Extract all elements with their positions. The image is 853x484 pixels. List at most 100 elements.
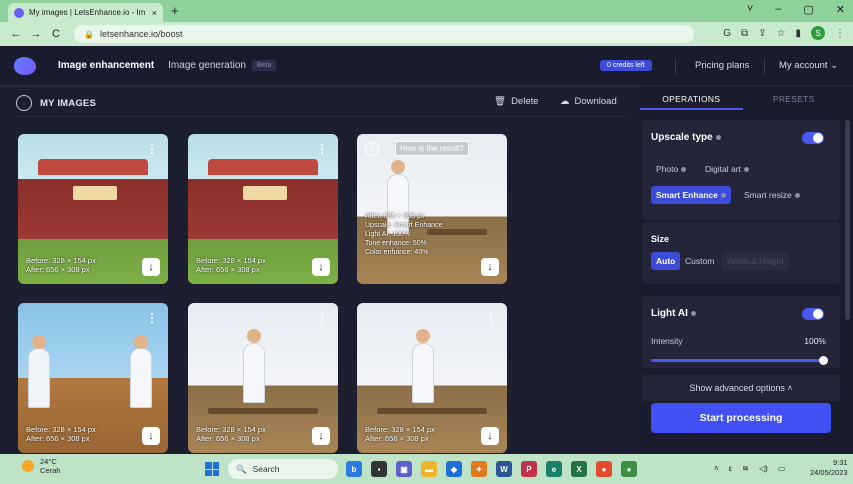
upscale-option-photo[interactable]: Photo bbox=[651, 160, 691, 178]
battery-icon[interactable]: ▭ bbox=[778, 464, 786, 473]
image-card[interactable]: ⋮ Before: 328 × 154 px After: 656 × 308 … bbox=[357, 303, 507, 453]
powerpoint-icon[interactable]: P bbox=[521, 461, 537, 477]
tab-search-icon[interactable]: ˅ bbox=[747, 3, 753, 16]
pricing-plans-link[interactable]: Pricing plans bbox=[695, 60, 749, 71]
image-card-selected[interactable]: ✓ How is the result? After: 656 × 308 px… bbox=[357, 134, 507, 284]
side-panel-icon[interactable]: ▮ bbox=[795, 28, 801, 39]
forward-icon[interactable]: → bbox=[28, 28, 44, 40]
temperature: 24°C bbox=[40, 457, 57, 466]
windows-start-icon[interactable] bbox=[205, 462, 219, 476]
browser-tab[interactable]: My images | LetsEnhance.io - Im × bbox=[8, 3, 163, 22]
panel-scrollbar[interactable] bbox=[845, 120, 850, 320]
upscale-option-digital-art[interactable]: Digital art bbox=[700, 160, 754, 178]
upscale-option-smart-resize[interactable]: Smart resize bbox=[739, 186, 805, 204]
store-icon[interactable]: ◆ bbox=[446, 461, 462, 477]
download-button[interactable]: ☁ Download bbox=[560, 96, 617, 107]
chrome-profile-icon[interactable]: ● bbox=[621, 461, 637, 477]
download-image-button[interactable]: ↓ bbox=[142, 427, 160, 445]
download-image-button[interactable]: ↓ bbox=[312, 258, 330, 276]
download-image-button[interactable]: ↓ bbox=[481, 258, 499, 276]
reload-icon[interactable]: C bbox=[48, 28, 64, 40]
width-height-field[interactable]: Width & Height bbox=[722, 252, 789, 270]
image-dimensions: Before: 328 × 154 px After: 656 × 308 px bbox=[365, 425, 435, 443]
my-images-title: MY IMAGES bbox=[40, 97, 96, 109]
select-all-checkbox[interactable] bbox=[16, 95, 32, 111]
tab-presets[interactable]: PRESETS bbox=[743, 88, 846, 110]
download-image-button[interactable]: ↓ bbox=[142, 258, 160, 276]
taskbar-search[interactable]: 🔍 Search bbox=[228, 459, 338, 479]
light-ai-toggle[interactable] bbox=[802, 308, 824, 320]
credits-badge[interactable]: 0 credits left bbox=[600, 60, 652, 71]
wifi-icon[interactable]: ≋ bbox=[742, 464, 749, 473]
image-card[interactable]: ⋮ Before: 328 × 154 px After: 656 × 308 … bbox=[18, 303, 168, 453]
after-size: After: 656 × 308 px bbox=[196, 434, 260, 443]
time: 9:31 bbox=[832, 458, 848, 467]
chrome-icon[interactable]: ● bbox=[596, 461, 612, 477]
chat-icon[interactable]: ▣ bbox=[396, 461, 412, 477]
language-icon[interactable]: ε bbox=[729, 464, 733, 473]
upscale-option-smart-enhance[interactable]: Smart Enhance bbox=[651, 186, 731, 204]
tab-operations[interactable]: OPERATIONS bbox=[640, 88, 743, 110]
volume-icon[interactable]: ◁) bbox=[759, 464, 768, 473]
size-option-auto[interactable]: Auto bbox=[651, 252, 681, 270]
app-icon[interactable]: ✦ bbox=[471, 461, 487, 477]
cloud-download-icon: ☁ bbox=[560, 96, 570, 107]
maximize-button[interactable]: ▢ bbox=[803, 3, 813, 16]
nav-image-enhancement[interactable]: Image enhancement bbox=[58, 60, 154, 71]
image-thumbnail bbox=[208, 159, 318, 175]
share-icon[interactable]: ⇪ bbox=[758, 28, 766, 39]
image-thumbnail bbox=[243, 186, 287, 200]
info-icon[interactable] bbox=[690, 310, 696, 316]
image-card[interactable]: ⋮ Before: 328 × 154 px After: 656 × 308 … bbox=[188, 303, 338, 453]
google-icon[interactable]: G bbox=[723, 28, 731, 39]
tray-chevron-icon[interactable]: ˄ bbox=[714, 464, 719, 473]
light-ai-setting: Light AI: 100% bbox=[365, 231, 411, 238]
download-label: Download bbox=[574, 96, 617, 107]
image-thumbnail bbox=[130, 348, 152, 408]
download-image-button[interactable]: ↓ bbox=[312, 427, 330, 445]
chevron-up-icon: ˄ bbox=[787, 383, 793, 393]
more-options-icon[interactable]: ⋮ bbox=[485, 311, 497, 325]
url-field[interactable]: 🔒 letsenhance.io/boost bbox=[74, 25, 694, 43]
task-view-icon[interactable]: ▪ bbox=[371, 461, 387, 477]
edge-icon[interactable]: e bbox=[546, 461, 562, 477]
show-advanced-options-button[interactable]: Show advanced options ˄ bbox=[642, 375, 840, 401]
intensity-slider-track[interactable] bbox=[651, 359, 823, 362]
letsenhance-logo-icon[interactable] bbox=[14, 56, 36, 75]
size-title: Size bbox=[651, 234, 670, 244]
letsenhance-favicon-icon bbox=[14, 7, 24, 18]
install-icon[interactable]: ⧉ bbox=[741, 28, 748, 39]
new-tab-button[interactable]: + bbox=[171, 3, 179, 18]
delete-button[interactable]: 🗑 Delete bbox=[494, 96, 539, 107]
system-clock[interactable]: 9:31 24/05/2023 bbox=[810, 458, 848, 478]
nav-image-generation[interactable]: Image generation bbox=[168, 60, 246, 71]
close-window-button[interactable]: ✕ bbox=[836, 3, 845, 16]
bookmark-star-icon[interactable]: ☆ bbox=[777, 28, 786, 39]
rate-result-button[interactable]: How is the result? bbox=[395, 141, 469, 156]
selected-check-icon[interactable]: ✓ bbox=[365, 142, 379, 156]
excel-icon[interactable]: X bbox=[571, 461, 587, 477]
image-card[interactable]: ⋮ Before: 328 × 154 px After: 656 × 308 … bbox=[18, 134, 168, 284]
start-processing-button[interactable]: Start processing bbox=[651, 403, 831, 433]
file-explorer-icon[interactable]: ▬ bbox=[421, 461, 437, 477]
weather-widget[interactable]: 24°C Cerah bbox=[22, 457, 60, 475]
color-enhance-setting: Color enhance: 40% bbox=[365, 249, 429, 256]
word-icon[interactable]: W bbox=[496, 461, 512, 477]
more-options-icon[interactable]: ⋮ bbox=[316, 142, 328, 156]
profile-avatar-icon[interactable]: S bbox=[811, 26, 825, 40]
close-tab-icon[interactable]: × bbox=[152, 8, 157, 18]
download-image-button[interactable]: ↓ bbox=[481, 427, 499, 445]
info-icon[interactable] bbox=[715, 134, 721, 140]
app-icon[interactable]: b bbox=[346, 461, 362, 477]
my-account-menu[interactable]: My account ⌄ bbox=[779, 60, 838, 71]
more-options-icon[interactable]: ⋮ bbox=[316, 311, 328, 325]
more-options-icon[interactable]: ⋮ bbox=[146, 311, 158, 325]
image-card[interactable]: ⋮ Before: 328 × 154 px After: 656 × 308 … bbox=[188, 134, 338, 284]
upscale-type-toggle[interactable] bbox=[802, 132, 824, 144]
menu-dots-icon[interactable]: ⋮ bbox=[835, 28, 845, 39]
more-options-icon[interactable]: ⋮ bbox=[146, 142, 158, 156]
back-icon[interactable]: ← bbox=[8, 28, 24, 40]
minimize-button[interactable]: – bbox=[775, 3, 781, 16]
intensity-slider-handle[interactable] bbox=[819, 356, 828, 365]
size-option-custom[interactable]: Custom bbox=[680, 252, 719, 270]
